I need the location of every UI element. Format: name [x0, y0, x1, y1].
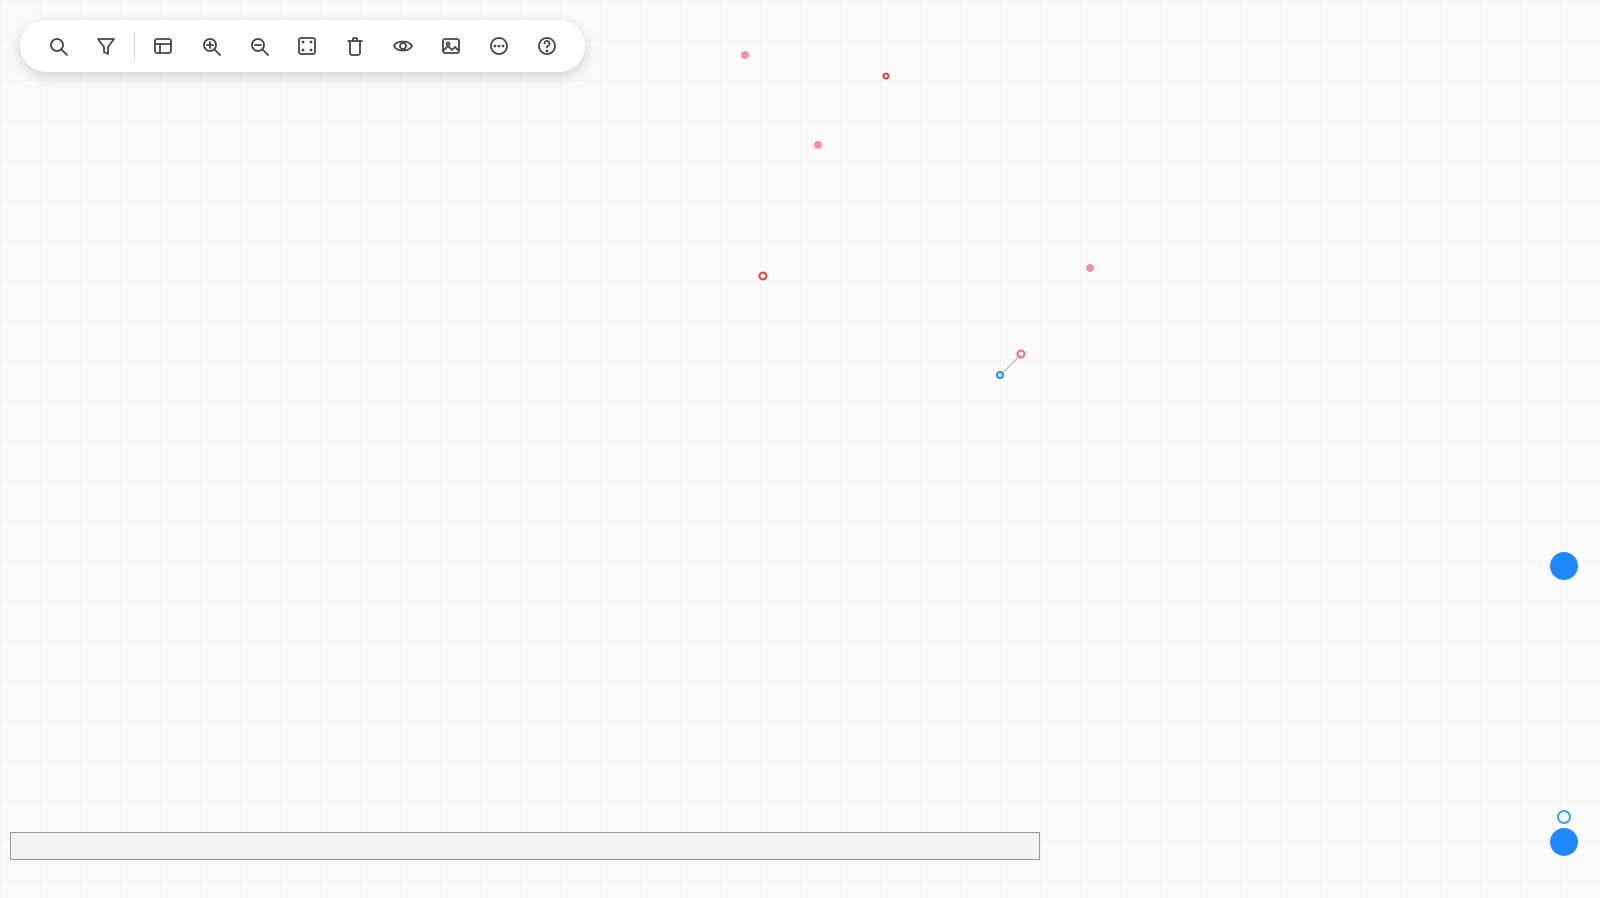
image-icon	[440, 35, 462, 57]
delete-button[interactable]	[331, 22, 379, 70]
graph-node[interactable]	[814, 141, 822, 149]
graph-node[interactable]	[759, 272, 768, 281]
eye-icon	[392, 35, 414, 57]
zoom-out-button[interactable]	[235, 22, 283, 70]
zoom-in-button[interactable]	[187, 22, 235, 70]
help-icon	[536, 35, 558, 57]
graph-node[interactable]	[741, 51, 749, 59]
zoom-reset-button[interactable]	[1557, 810, 1571, 824]
search-icon	[47, 35, 69, 57]
trash-icon	[344, 35, 366, 57]
graph-canvas[interactable]	[0, 0, 1600, 898]
legend-edge-types-row	[21, 845, 1029, 849]
panel-layout-icon	[152, 35, 174, 57]
zoom-minus-button[interactable]	[1550, 828, 1578, 856]
graph-node[interactable]	[1017, 350, 1026, 359]
visibility-button[interactable]	[379, 22, 427, 70]
zoom-in-icon	[200, 35, 222, 57]
filter-button[interactable]	[82, 22, 130, 70]
graph-node[interactable]	[883, 73, 890, 80]
fit-screen-icon	[296, 35, 318, 57]
zoom-plus-button[interactable]	[1550, 552, 1578, 580]
help-button[interactable]	[523, 22, 571, 70]
graph-node[interactable]	[1086, 264, 1094, 272]
stats-panel	[1530, 18, 1570, 20]
toolbar	[20, 20, 585, 72]
comment-button[interactable]	[475, 22, 523, 70]
graph-node[interactable]	[996, 371, 1004, 379]
fit-screen-button[interactable]	[283, 22, 331, 70]
legend-panel	[10, 832, 1040, 860]
zoom-out-icon	[248, 35, 270, 57]
panel-layout-button[interactable]	[139, 22, 187, 70]
search-button[interactable]	[34, 22, 82, 70]
image-export-button[interactable]	[427, 22, 475, 70]
comment-icon	[488, 35, 510, 57]
filter-icon	[95, 35, 117, 57]
toolbar-separator	[134, 32, 135, 60]
